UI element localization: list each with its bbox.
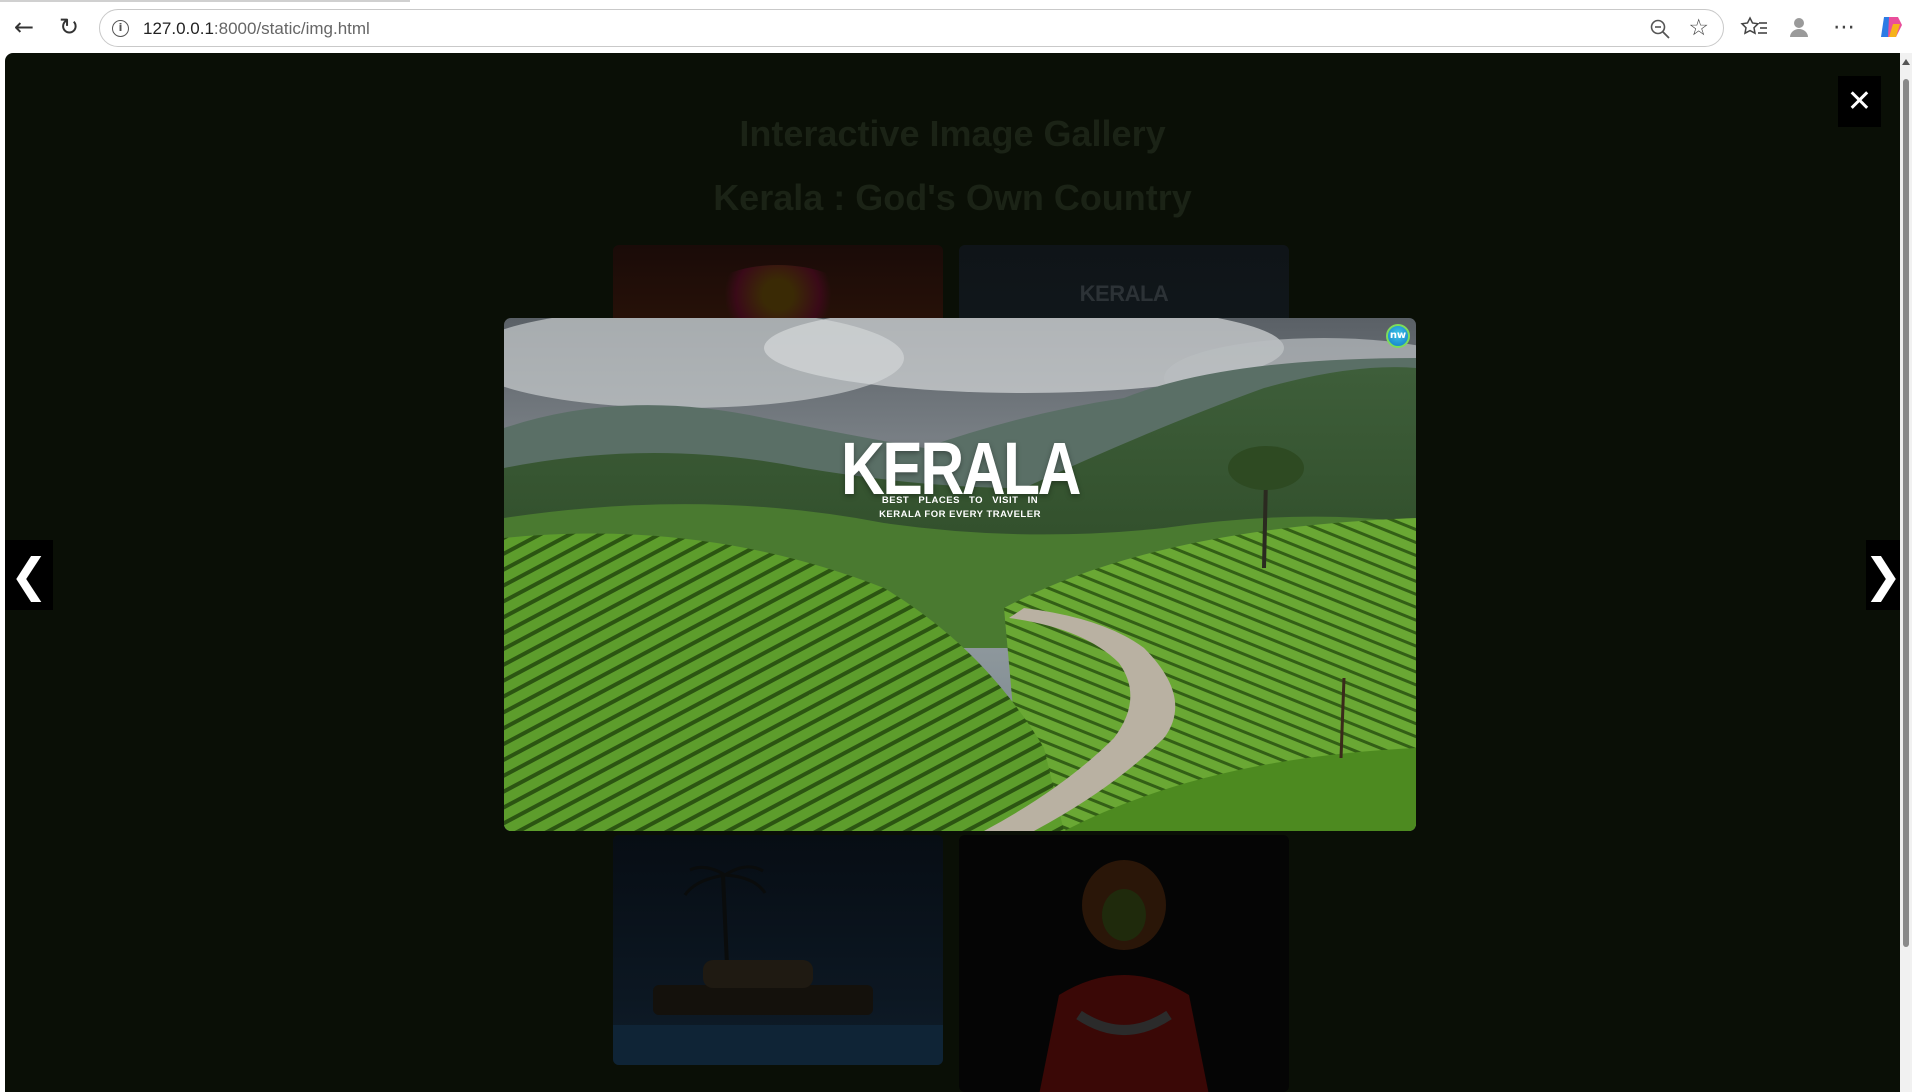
page-heading: Interactive Image Gallery [739,113,1166,154]
page-subheading: Kerala : God's Own Country [713,177,1192,218]
previous-image-button[interactable]: ❮ [5,540,53,610]
address-bar[interactable]: i 127.0.0.1:8000/static/img.html ☆ [99,9,1724,47]
gallery-thumbnail[interactable] [959,835,1289,1092]
flower-decoration [708,265,848,325]
kerala-tea-plantation-image [504,318,1416,831]
more-options-icon[interactable]: ⋯ [1829,12,1859,42]
site-info-icon[interactable]: i [112,20,129,37]
url-text[interactable]: 127.0.0.1:8000/static/img.html [143,19,370,39]
tab-strip-edge [0,0,410,2]
lightbox-subtitle-line2: KERALA FOR EVERY TRAVELER [879,509,1041,520]
lightbox-image: KERALA BEST PLACES TO VISIT IN KERALA FO… [504,318,1416,831]
browser-toolbar: ← ↻ i 127.0.0.1:8000/static/img.html ☆ ⋯ [0,0,1912,52]
favorite-star-icon[interactable]: ☆ [1688,15,1709,41]
copilot-icon[interactable] [1876,12,1906,42]
houseboat-image [613,865,943,1065]
page-scrollbar[interactable] [1900,53,1912,1092]
favorites-list-icon[interactable] [1740,12,1770,42]
close-lightbox-button[interactable]: ✕ [1838,76,1881,127]
zoom-out-icon[interactable] [1649,18,1671,40]
profile-avatar-icon[interactable] [1784,12,1814,42]
thumbnail-text: KERALA [1079,281,1169,306]
reload-icon[interactable]: ↻ [52,10,86,44]
gallery-thumbnail[interactable] [613,835,943,1065]
scroll-up-arrow-icon[interactable] [1902,59,1910,65]
next-image-button[interactable]: ❯ [1864,540,1902,610]
kathakali-image [1039,860,1209,1092]
brand-logo-icon: nw [1386,324,1410,348]
lightbox-subtitle-line1: BEST PLACES TO VISIT IN [881,495,1039,506]
back-arrow-icon[interactable]: ← [7,10,41,44]
scroll-thumb[interactable] [1903,79,1909,947]
